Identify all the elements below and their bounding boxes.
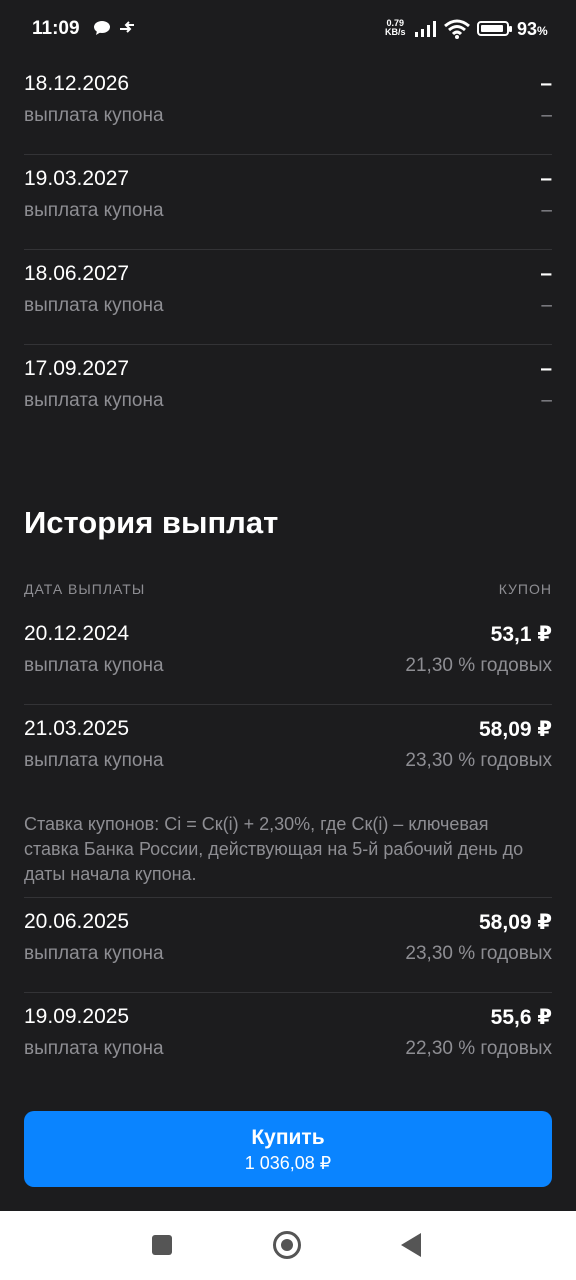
coupon-date: 18.06.2027 xyxy=(24,262,130,285)
cell-signal-icon xyxy=(414,20,438,43)
payment-type: выплата купона xyxy=(24,750,164,771)
payment-rate: 23,30 % годовых xyxy=(405,750,552,771)
payment-date: 21.03.2025 xyxy=(24,717,130,740)
payment-type: выплата купона xyxy=(24,655,164,676)
buy-button[interactable]: Купить 1 036,08 ₽ xyxy=(24,1111,552,1187)
table-row: 19.09.2025 выплата купона 55,6 ₽ 22,30 %… xyxy=(24,993,552,1088)
coupon-rate-note: Ставка купонов: Ci = Cк(i) + 2,30%, где … xyxy=(24,814,524,884)
battery-percent-value: 93 xyxy=(517,19,538,39)
list-item: 17.09.2027 выплата купона – – xyxy=(24,345,552,440)
battery-icon xyxy=(477,21,512,36)
list-item: 18.12.2026 выплата купона – – xyxy=(24,60,552,155)
coupon-type: выплата купона xyxy=(24,390,164,411)
back-triangle-icon[interactable] xyxy=(401,1233,421,1257)
payment-date: 20.12.2024 xyxy=(24,622,130,645)
payment-type: выплата купона xyxy=(24,943,164,964)
list-item: 18.06.2027 выплата купона – – xyxy=(24,250,552,345)
coupon-type: выплата купона xyxy=(24,295,164,316)
section-title: История выплат xyxy=(24,505,279,540)
coupon-amount: – xyxy=(540,357,552,380)
home-circle-icon[interactable] xyxy=(273,1231,301,1259)
column-header-coupon: КУПОН xyxy=(498,581,552,597)
recents-square-icon[interactable] xyxy=(152,1235,172,1255)
payment-amount: 58,09 ₽ xyxy=(479,911,552,934)
chat-bubble-icon xyxy=(93,20,111,41)
payment-amount: 53,1 ₽ xyxy=(490,623,552,646)
coupon-schedule-list: 18.12.2026 выплата купона – – 19.03.2027… xyxy=(0,60,576,440)
payment-amount: 58,09 ₽ xyxy=(479,718,552,741)
coupon-type: выплата купона xyxy=(24,105,164,126)
payment-history-list: 20.12.2024 выплата купона 53,1 ₽ 21,30 %… xyxy=(0,610,576,800)
network-speed: 0.79 KB/s xyxy=(385,19,406,37)
wifi-icon xyxy=(444,19,470,44)
list-item: 19.03.2027 выплата купона – – xyxy=(24,155,552,250)
data-transfer-icon xyxy=(118,20,136,41)
payment-date: 20.06.2025 xyxy=(24,910,130,933)
coupon-rate: – xyxy=(541,295,552,316)
coupon-date: 17.09.2027 xyxy=(24,357,130,380)
payment-type: выплата купона xyxy=(24,1038,164,1059)
coupon-rate: – xyxy=(541,390,552,411)
coupon-date: 18.12.2026 xyxy=(24,72,130,95)
coupon-rate: – xyxy=(541,200,552,221)
coupon-amount: – xyxy=(540,72,552,95)
system-navigation-bar xyxy=(0,1211,576,1280)
buy-button-price: 1 036,08 ₽ xyxy=(244,1153,332,1173)
payment-rate: 21,30 % годовых xyxy=(405,655,552,676)
status-time: 11:09 xyxy=(32,18,80,39)
coupon-amount: – xyxy=(540,262,552,285)
battery-fill xyxy=(481,25,504,32)
payment-rate: 23,30 % годовых xyxy=(405,943,552,964)
table-row: 21.03.2025 выплата купона 58,09 ₽ 23,30 … xyxy=(24,705,552,800)
battery-percent-symbol: % xyxy=(537,24,548,38)
coupon-amount: – xyxy=(540,167,552,190)
payment-history-list-continued: 20.06.2025 выплата купона 58,09 ₽ 23,30 … xyxy=(24,897,552,1088)
payment-amount: 55,6 ₽ xyxy=(490,1006,552,1029)
network-speed-unit: KB/s xyxy=(385,27,406,37)
status-bar: 11:09 0.79 KB/s 93% xyxy=(0,0,576,60)
coupon-type: выплата купона xyxy=(24,200,164,221)
coupon-rate: – xyxy=(541,105,552,126)
payment-rate: 22,30 % годовых xyxy=(405,1038,552,1059)
battery-percent: 93% xyxy=(517,19,548,40)
payment-date: 19.09.2025 xyxy=(24,1005,130,1028)
buy-button-label: Купить xyxy=(251,1126,325,1149)
coupon-date: 19.03.2027 xyxy=(24,167,130,190)
table-row: 20.12.2024 выплата купона 53,1 ₽ 21,30 %… xyxy=(24,610,552,705)
table-row: 20.06.2025 выплата купона 58,09 ₽ 23,30 … xyxy=(24,898,552,993)
column-header-date: ДАТА ВЫПЛАТЫ xyxy=(24,581,146,597)
